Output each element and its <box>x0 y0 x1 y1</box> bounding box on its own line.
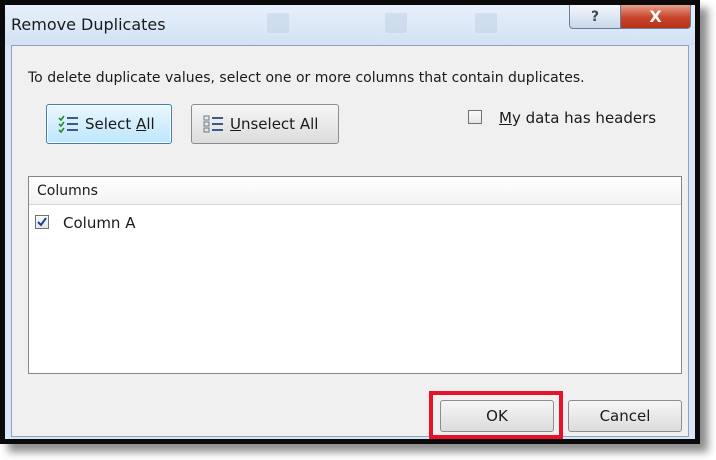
select-all-button[interactable]: Select All <box>46 104 172 144</box>
ok-button-label: OK <box>486 407 508 425</box>
dialog-window: Remove Duplicates ? X To delete duplicat… <box>0 0 700 444</box>
unselect-all-icon <box>203 115 223 133</box>
unselect-all-label: Unselect All <box>230 115 319 133</box>
background-ribbon-icon <box>385 13 407 33</box>
help-button[interactable]: ? <box>569 5 621 29</box>
title-bar[interactable]: Remove Duplicates ? X <box>5 5 695 45</box>
close-icon: X <box>649 7 662 26</box>
dialog-title: Remove Duplicates <box>11 15 166 34</box>
select-all-icon <box>58 115 78 134</box>
background-ribbon-icon <box>267 13 289 33</box>
headers-checkbox[interactable] <box>468 110 482 124</box>
select-all-label: Select All <box>85 115 155 133</box>
dialog-body: To delete duplicate values, select one o… <box>11 45 689 437</box>
checkmark-icon <box>37 217 47 227</box>
unselect-all-button[interactable]: Unselect All <box>191 104 339 144</box>
headers-checkbox-label[interactable]: My data has headers <box>499 109 656 127</box>
columns-list-header: Columns <box>29 177 681 205</box>
cancel-button-label: Cancel <box>599 407 651 425</box>
instructions-text: To delete duplicate values, select one o… <box>28 70 585 86</box>
column-a-checkbox[interactable] <box>35 215 49 229</box>
background-ribbon-icon <box>475 13 497 33</box>
column-a-label: Column A <box>63 214 136 232</box>
list-item[interactable]: Column A <box>29 211 681 235</box>
help-icon: ? <box>590 8 600 25</box>
close-button[interactable]: X <box>620 5 691 29</box>
ok-button[interactable]: OK <box>440 400 554 432</box>
cancel-button[interactable]: Cancel <box>568 400 682 432</box>
columns-list[interactable]: Columns Column A <box>28 176 682 374</box>
columns-header-label: Columns <box>37 183 98 199</box>
